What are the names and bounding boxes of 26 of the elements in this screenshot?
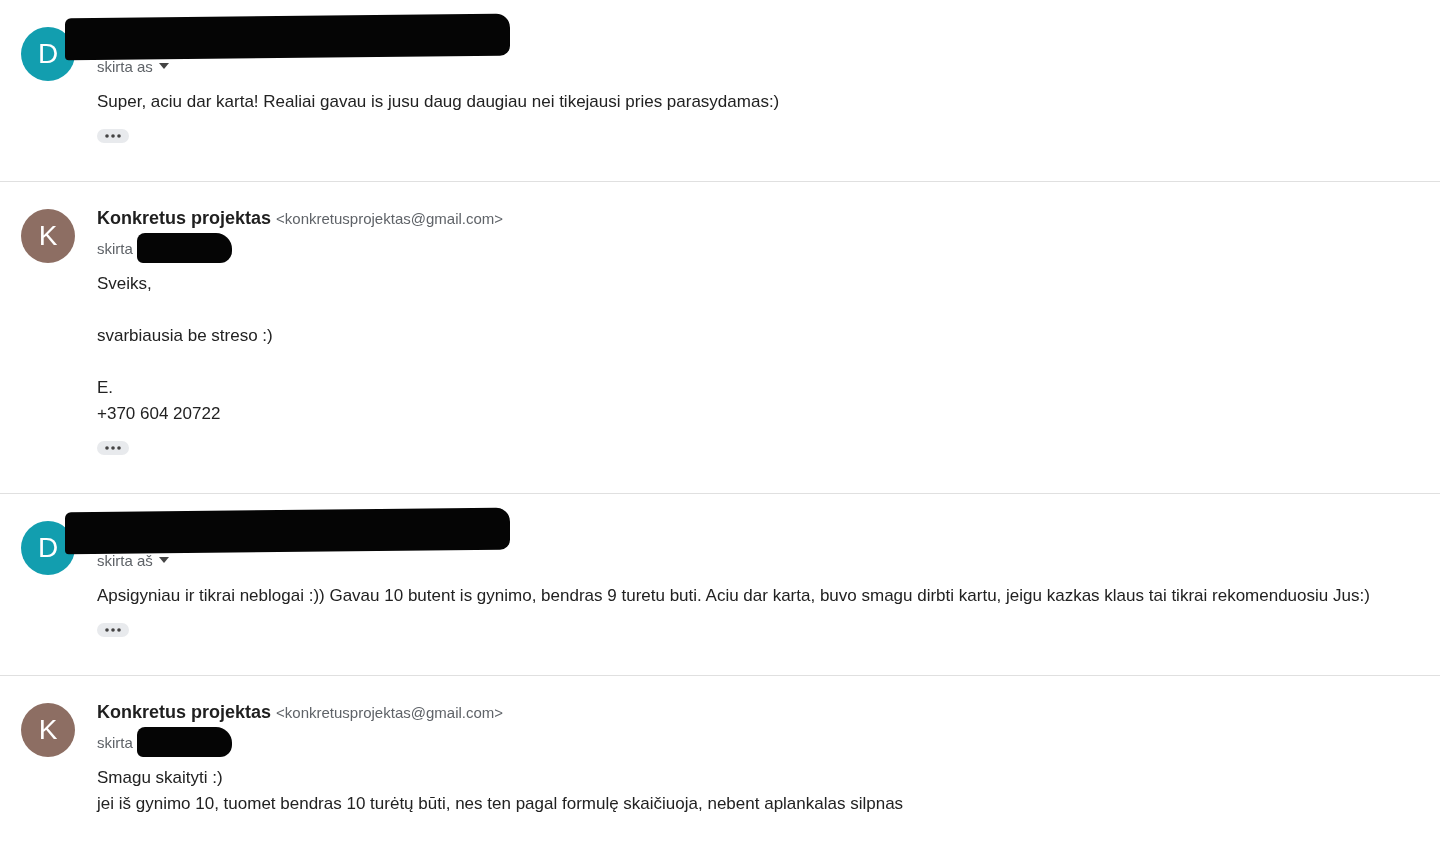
show-trimmed-button[interactable] bbox=[97, 129, 129, 143]
recipient-label: skirta bbox=[97, 239, 133, 257]
sender-name: Konkretus projektas bbox=[97, 702, 272, 723]
caret-icon[interactable] bbox=[158, 557, 169, 563]
show-trimmed-button[interactable] bbox=[97, 623, 129, 637]
message-text: svarbiausia be streso :) bbox=[97, 325, 274, 347]
message-text: Super, aciu dar karta! Realiai gavau is jusu daug daugiau nei tikejausi pries parasydamas:) bbox=[97, 91, 781, 113]
caret-icon[interactable] bbox=[158, 63, 169, 69]
message-text: jei iš gynimo 10, tuomet bendras 10 turėtų būti, nes ten pagal formulę skaičiuoja, nebent aplankalas silpnas bbox=[97, 793, 905, 815]
message-text: E. bbox=[97, 377, 115, 399]
avatar: K bbox=[21, 209, 75, 263]
sender-email: <konkretusprojektas@gmail.com> bbox=[276, 704, 504, 721]
ellipsis-icon bbox=[104, 134, 122, 138]
message-text: Smagu skaityti :) bbox=[97, 767, 224, 789]
recipient-label: skirta aš bbox=[97, 551, 153, 569]
sender-email: <konkretusprojektas@gmail.com> bbox=[276, 210, 504, 227]
ellipsis-icon bbox=[104, 446, 122, 450]
message-text: +370 604 20722 bbox=[97, 403, 222, 425]
show-trimmed-button[interactable] bbox=[97, 441, 129, 455]
ellipsis-icon bbox=[104, 628, 122, 632]
recipient-label: skirta as bbox=[97, 57, 153, 75]
sender-name: Konkretus projektas bbox=[97, 208, 272, 229]
avatar: K bbox=[21, 703, 75, 757]
recipient-label: skirta bbox=[97, 733, 133, 751]
message-text: Sveiks, bbox=[97, 273, 153, 295]
message-text: Apsigyniau ir tikrai neblogai :)) Gavau 10 butent is gynimo, bendras 9 turetu buti. Aciu dar karta, buvo smagu dirbti kartu, jeigu kazkas klaus tai tikrai rekomenduosiu Jus:) bbox=[97, 585, 1371, 607]
